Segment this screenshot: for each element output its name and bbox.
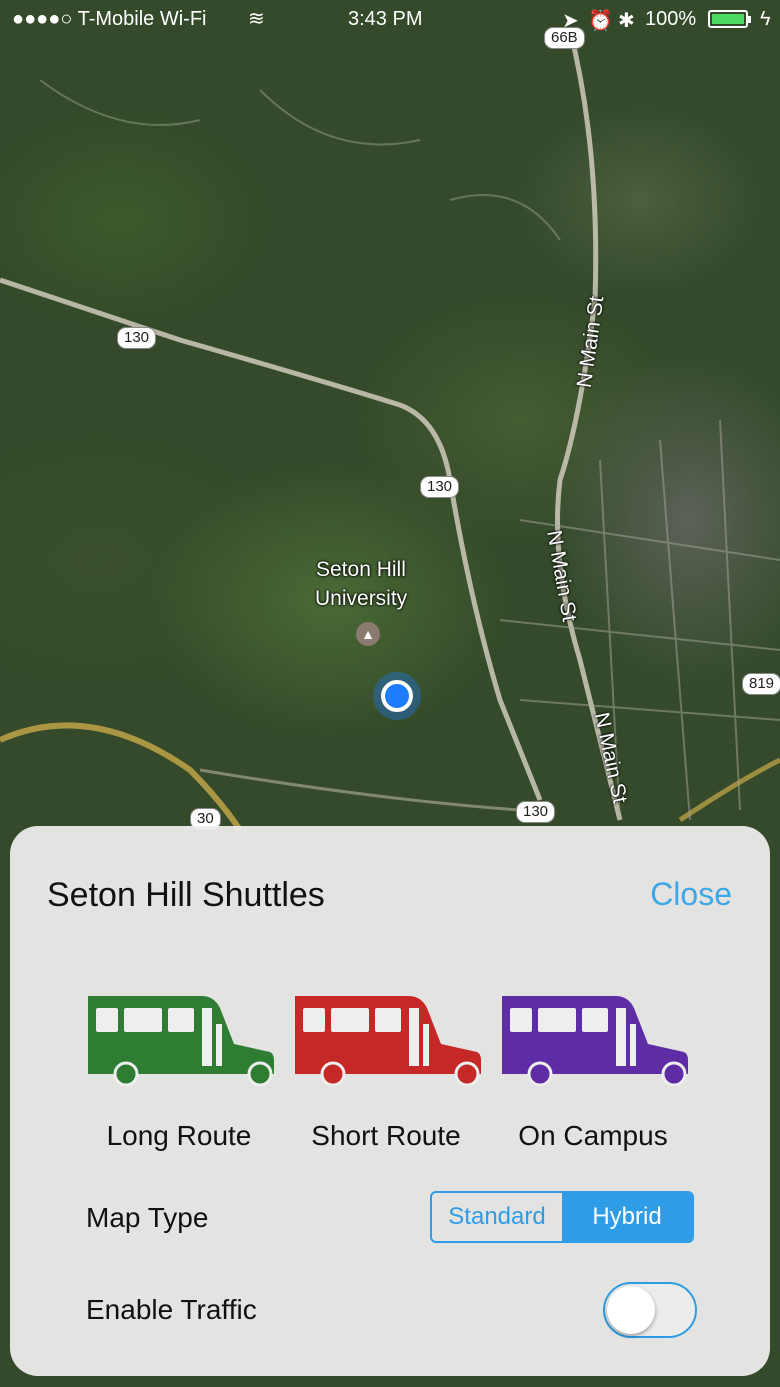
long-route-bus-icon[interactable]: [84, 994, 274, 1086]
place-label-line1: Seton Hill: [316, 558, 406, 581]
shuttle-panel: Seton Hill Shuttles Close Long Route Sho…: [10, 826, 770, 1376]
charging-icon: ϟ: [760, 8, 771, 30]
route-130-shield: 130: [516, 801, 556, 823]
map-type-label: Map Type: [86, 1202, 209, 1233]
short-route-label[interactable]: Short Route: [281, 1120, 491, 1152]
long-route-label[interactable]: Long Route: [74, 1120, 284, 1152]
route-130-shield: 130: [420, 476, 460, 498]
user-location-icon: [381, 680, 413, 712]
clock-label: 3:43 PM: [348, 8, 423, 30]
university-icon[interactable]: ▲: [356, 622, 380, 646]
route-819-shield: 819: [742, 673, 780, 695]
route-130-shield: 130: [117, 327, 157, 349]
carrier-label: ●●●●○ T-Mobile Wi-Fi: [12, 8, 207, 30]
toggle-knob[interactable]: [607, 1286, 655, 1334]
on-campus-bus-icon[interactable]: [498, 994, 688, 1086]
battery-icon: [708, 10, 751, 28]
status-bar: ●●●●○ T-Mobile Wi-Fi ≋ 3:43 PM ➤ ⏰ ✱ 100…: [0, 0, 780, 40]
location-arrow-icon: ➤: [562, 10, 579, 32]
enable-traffic-label: Enable Traffic: [86, 1294, 257, 1325]
panel-title: Seton Hill Shuttles: [47, 876, 325, 914]
traffic-toggle[interactable]: [603, 1282, 697, 1338]
map-type-hybrid-option[interactable]: Hybrid: [562, 1193, 692, 1241]
close-button[interactable]: Close: [650, 876, 732, 913]
battery-percent: 100%: [645, 8, 697, 30]
bluetooth-icon: ✱: [618, 10, 635, 32]
place-label-line2: University: [315, 587, 408, 610]
wifi-icon: ≋: [248, 8, 265, 30]
map-type-segmented-control[interactable]: Standard Hybrid: [430, 1191, 694, 1243]
map-type-standard-option[interactable]: Standard: [432, 1193, 562, 1241]
short-route-bus-icon[interactable]: [291, 994, 481, 1086]
on-campus-label[interactable]: On Campus: [488, 1120, 698, 1152]
alarm-icon: ⏰: [588, 10, 613, 32]
